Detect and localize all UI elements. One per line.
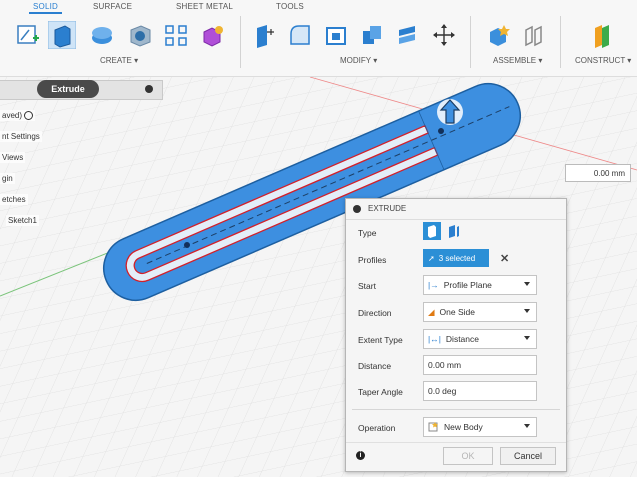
taper-angle-input[interactable]: 0.0 deg xyxy=(423,381,537,401)
profiles-select-button[interactable]: ➚ 3 selected xyxy=(423,249,489,267)
browser-item-views[interactable]: Views xyxy=(0,152,26,163)
hole-icon[interactable] xyxy=(126,20,154,50)
cursor-arrow-icon: ➚ xyxy=(428,253,435,263)
new-component-icon[interactable] xyxy=(484,20,512,50)
type-label: Type xyxy=(358,228,377,238)
dialog-title: EXTRUDE xyxy=(368,204,407,213)
separator xyxy=(560,16,561,68)
assemble-menu[interactable]: ASSEMBLE ▾ xyxy=(493,56,542,65)
create-sketch-icon[interactable] xyxy=(14,20,42,50)
combine-icon[interactable] xyxy=(358,20,386,50)
direction-value: One Side xyxy=(439,307,475,317)
divider xyxy=(346,442,566,443)
ok-button[interactable]: OK xyxy=(443,447,493,465)
direction-label: Direction xyxy=(358,308,392,318)
info-icon[interactable]: i xyxy=(356,451,365,460)
separator xyxy=(240,16,241,68)
profiles-label: Profiles xyxy=(358,255,387,265)
press-pull-icon[interactable] xyxy=(250,20,278,50)
chevron-down-icon xyxy=(524,336,530,340)
tab-surface[interactable]: SURFACE xyxy=(93,2,132,11)
profiles-count: 3 selected xyxy=(438,253,476,263)
taper-angle-label: Taper Angle xyxy=(358,387,403,397)
browser-item-sketches[interactable]: etches xyxy=(0,194,28,205)
one-side-icon: ◢ xyxy=(428,306,435,317)
dialog-collapse-icon[interactable] xyxy=(353,205,361,213)
extrude-icon[interactable] xyxy=(48,20,76,50)
toolbar: SOLID SURFACE SHEET METAL TOOLS CREATE ▾… xyxy=(0,0,637,77)
pin-icon[interactable] xyxy=(145,85,153,93)
browser-item-settings[interactable]: nt Settings xyxy=(0,131,42,142)
operation-label: Operation xyxy=(358,423,396,433)
shell-icon[interactable] xyxy=(322,20,350,50)
type-thin-icon[interactable] xyxy=(445,222,463,240)
extent-type-dropdown[interactable]: |↔| Distance xyxy=(423,329,537,349)
start-dropdown[interactable]: |→ Profile Plane xyxy=(423,275,537,295)
sketch-point xyxy=(438,128,444,134)
active-command-label: Extrude xyxy=(37,80,99,98)
distance-tag-input[interactable]: 0.00 mm xyxy=(565,164,631,182)
offset-plane-icon[interactable] xyxy=(588,20,616,50)
chevron-down-icon xyxy=(524,309,530,313)
construct-menu[interactable]: CONSTRUCT ▾ xyxy=(575,56,631,65)
extrude-arrow-handle[interactable] xyxy=(437,99,463,125)
divider xyxy=(352,409,560,410)
extent-type-value: Distance xyxy=(445,334,479,344)
operation-value: New Body xyxy=(444,422,483,432)
tab-tools[interactable]: TOOLS xyxy=(276,2,304,11)
move-icon[interactable] xyxy=(430,20,458,50)
cancel-button[interactable]: Cancel xyxy=(500,447,556,465)
operation-dropdown[interactable]: New Body xyxy=(423,417,537,437)
browser-item-origin[interactable]: gin xyxy=(0,173,15,184)
dialog-header[interactable]: EXTRUDE xyxy=(346,199,566,220)
joint-icon[interactable] xyxy=(520,20,548,50)
browser-item-sketch1[interactable]: Sketch1 xyxy=(6,215,39,226)
sketch-point xyxy=(184,242,190,248)
create-menu[interactable]: CREATE ▾ xyxy=(100,56,138,65)
extrude-dialog: EXTRUDE Type Profiles ➚ 3 selected ✕ Sta… xyxy=(345,198,567,472)
chevron-down-icon xyxy=(524,424,530,428)
extent-type-label: Extent Type xyxy=(358,335,403,345)
distance-icon: |↔| xyxy=(428,334,441,344)
revolve-icon[interactable] xyxy=(88,20,116,50)
chevron-down-icon xyxy=(524,282,530,286)
new-body-icon xyxy=(428,421,439,434)
type-solid-icon[interactable] xyxy=(423,222,441,240)
browser-item-document[interactable]: aved) xyxy=(0,110,36,122)
distance-input[interactable]: 0.00 mm xyxy=(423,355,537,375)
start-value: Profile Plane xyxy=(443,280,492,290)
clear-selection-icon[interactable]: ✕ xyxy=(500,252,509,265)
profile-plane-icon: |→ xyxy=(428,280,439,290)
visibility-toggle-icon[interactable] xyxy=(24,111,34,121)
form-icon[interactable] xyxy=(198,20,226,50)
replace-face-icon[interactable] xyxy=(394,20,422,50)
fillet-icon[interactable] xyxy=(286,20,314,50)
modify-menu[interactable]: MODIFY ▾ xyxy=(340,56,377,65)
direction-dropdown[interactable]: ◢ One Side xyxy=(423,302,537,322)
tab-sheet-metal[interactable]: SHEET METAL xyxy=(176,2,233,11)
tab-solid[interactable]: SOLID xyxy=(28,2,63,14)
pattern-icon[interactable] xyxy=(162,20,190,50)
separator xyxy=(470,16,471,68)
start-label: Start xyxy=(358,281,376,291)
distance-label: Distance xyxy=(358,361,392,371)
